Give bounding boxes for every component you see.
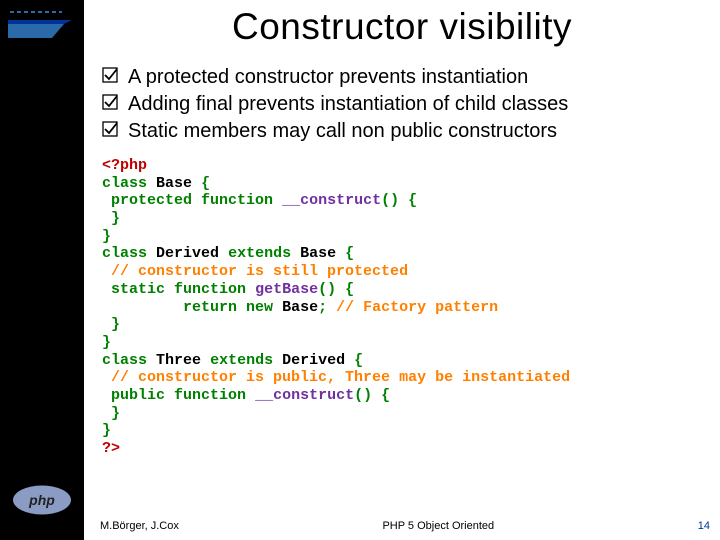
page-title: Constructor visibility [84,6,720,48]
code-token: Base [300,245,336,262]
code-token: return [183,299,237,316]
code-token: { [345,281,354,298]
php-logo-icon: php [8,480,76,520]
code-token: function [174,281,246,298]
bullet-list: A protected constructor prevents instant… [84,64,720,145]
code-token: Base [156,175,192,192]
code-token: ; [318,299,327,316]
code-token: } [102,228,111,245]
code-token: () [381,192,399,209]
code-token: Base [282,299,318,316]
code-token: () [354,387,372,404]
code-token: class [102,245,147,262]
code-block: <?php class Base { protected function __… [84,157,720,458]
code-token: __construct [255,387,354,404]
code-token: { [408,192,417,209]
list-item: A protected constructor prevents instant… [102,64,720,91]
page-number: 14 [698,520,710,532]
footer-authors: M.Börger, J.Cox [100,520,179,532]
footer-center: PHP 5 Object Oriented [382,520,494,532]
list-item: Adding final prevents instantiation of c… [102,91,720,118]
code-token: Derived [156,245,219,262]
code-token: static [111,281,165,298]
code-token: } [111,316,120,333]
code-token: extends [210,352,273,369]
checkbox-icon [102,64,128,85]
code-token: } [102,422,111,439]
code-token: __construct [282,192,381,209]
code-token: } [111,210,120,227]
code-token: // constructor is public, Three may be i… [111,369,570,386]
code-token: class [102,352,147,369]
code-token: // Factory pattern [336,299,498,316]
code-token: { [345,245,354,262]
bullet-text: Static members may call non public const… [128,118,720,145]
list-item: Static members may call non public const… [102,118,720,145]
code-token: ?> [102,440,120,457]
code-token: () [318,281,336,298]
code-token: { [201,175,210,192]
bullet-text: Adding final prevents instantiation of c… [128,91,720,118]
code-token: { [354,352,363,369]
footer: M.Börger, J.Cox PHP 5 Object Oriented 14 [100,520,710,532]
code-token: protected [111,192,192,209]
content-area: Constructor visibility A protected const… [84,0,720,540]
code-token: function [201,192,273,209]
code-token: new [246,299,273,316]
code-token: getBase [255,281,318,298]
code-token: Three [156,352,201,369]
ship-icon [6,4,78,48]
code-token: extends [228,245,291,262]
code-token: Derived [282,352,345,369]
code-token: function [174,387,246,404]
svg-text:php: php [28,492,55,508]
code-token: public [111,387,165,404]
code-token: // constructor is still protected [111,263,408,280]
sidebar: php [0,0,84,540]
bullet-text: A protected constructor prevents instant… [128,64,720,91]
checkbox-icon [102,118,128,139]
code-token: } [111,405,120,422]
code-token: <?php [102,157,147,174]
code-token: } [102,334,111,351]
code-token: class [102,175,147,192]
code-token: { [381,387,390,404]
checkbox-icon [102,91,128,112]
